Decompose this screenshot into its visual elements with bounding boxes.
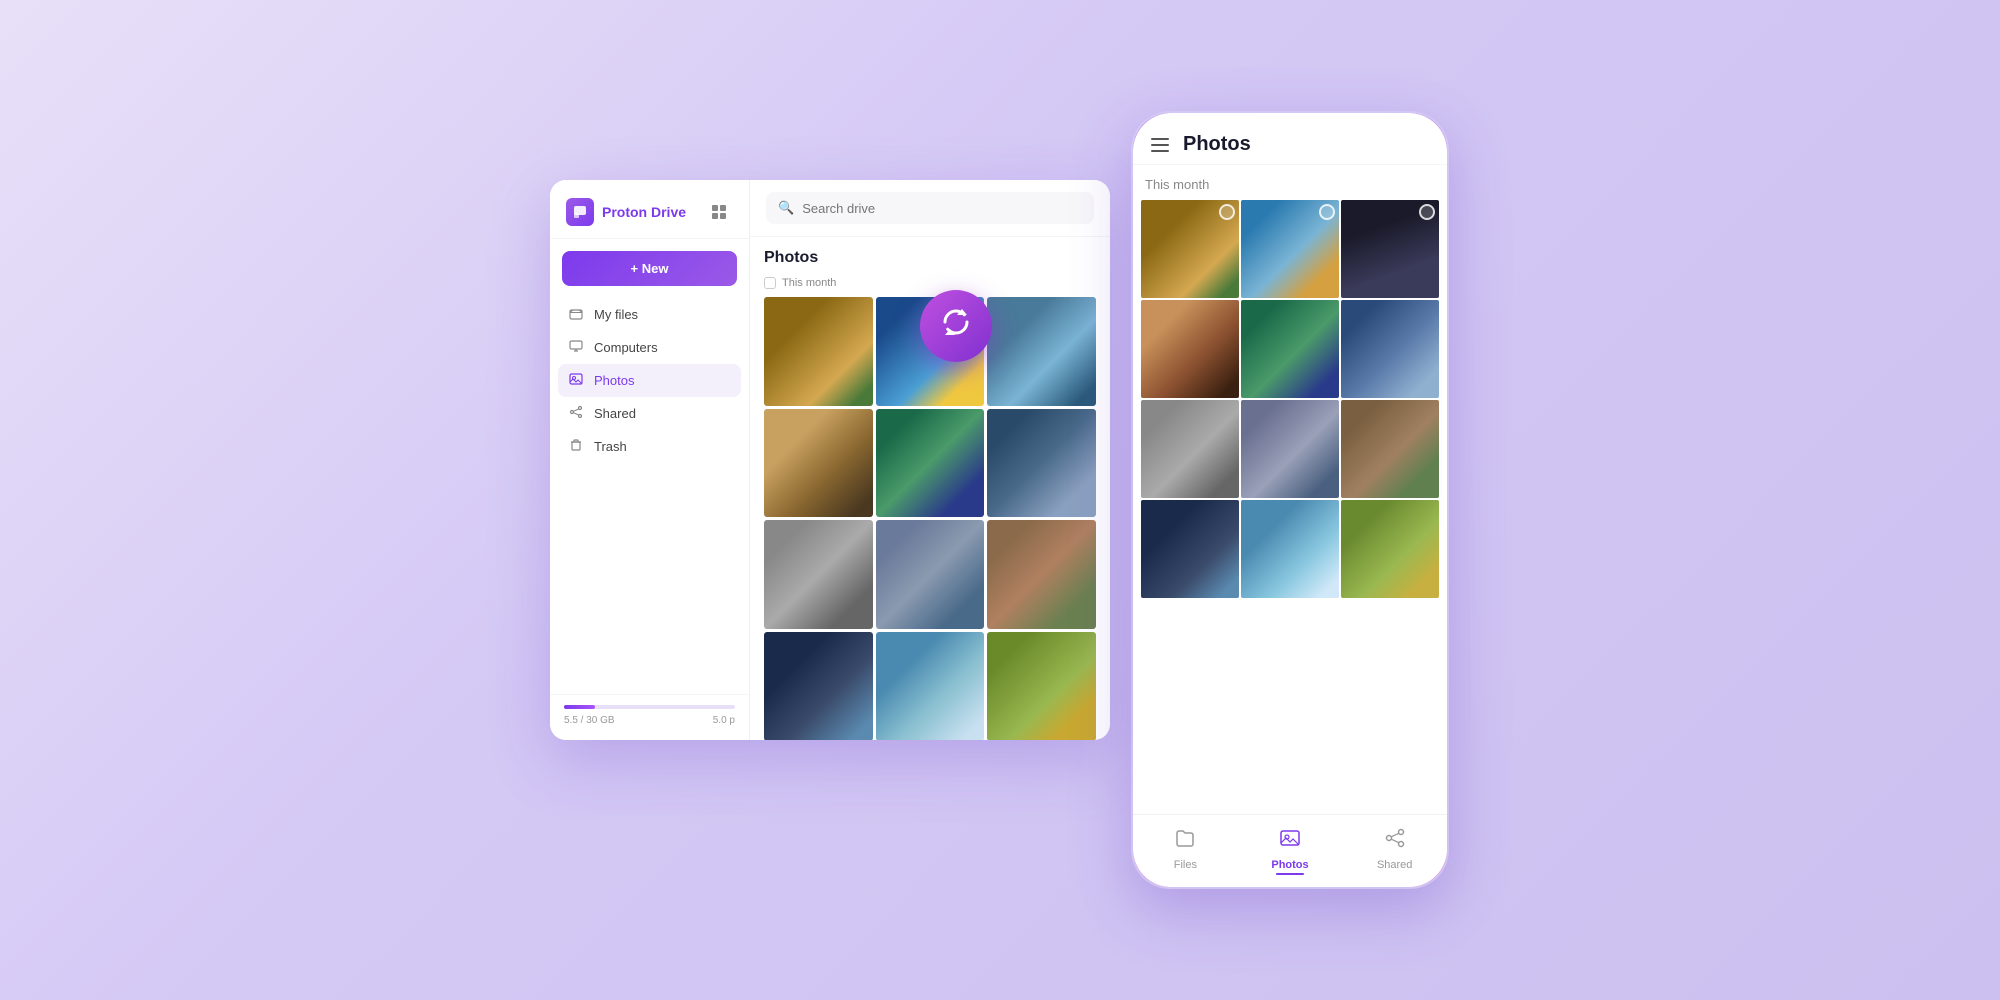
search-icon: 🔍	[778, 200, 794, 216]
phone-files-icon	[1174, 827, 1196, 855]
photo-cell-10[interactable]	[764, 632, 873, 740]
photo-select-2[interactable]	[1319, 204, 1335, 220]
storage-bar-background	[564, 705, 735, 709]
storage-right: 5.0 p	[713, 715, 735, 726]
trash-label: Trash	[594, 439, 627, 454]
photo-cell-12[interactable]	[987, 632, 1096, 740]
photo-cell-1[interactable]	[764, 297, 873, 406]
hamburger-menu[interactable]	[1151, 138, 1169, 152]
photo-cell-11[interactable]	[876, 632, 985, 740]
phone-photo-r4-3[interactable]	[1341, 500, 1439, 598]
phone-photo-r3-2[interactable]	[1241, 400, 1339, 498]
photo-cell-8[interactable]	[876, 520, 985, 629]
hamburger-line-2	[1151, 144, 1169, 146]
desktop-app-window: Proton Drive + New	[550, 180, 1110, 740]
proton-logo-icon	[566, 198, 594, 226]
photos-icon	[568, 372, 584, 389]
photo-select-1[interactable]	[1219, 204, 1235, 220]
photos-section-title: Photos	[764, 249, 1096, 267]
sidebar-item-trash[interactable]: Trash	[558, 430, 741, 463]
sidebar-item-my-files[interactable]: My files	[558, 298, 741, 331]
storage-bar-fill	[564, 705, 595, 709]
photo-cell-6[interactable]	[987, 409, 1096, 518]
phone-files-label: Files	[1174, 859, 1197, 871]
phone-page-title: Photos	[1183, 133, 1251, 156]
phone-photo-grid-row4	[1141, 500, 1439, 598]
phone-photo-r2-1[interactable]	[1141, 300, 1239, 398]
sync-icon	[937, 303, 975, 349]
phone-photo-r2-3[interactable]	[1341, 300, 1439, 398]
storage-area: 5.5 / 30 GB 5.0 p	[550, 694, 749, 740]
computers-icon	[568, 339, 584, 356]
phone-bottom-nav: Files Photos	[1133, 814, 1447, 887]
sidebar-item-photos[interactable]: Photos	[558, 364, 741, 397]
my-files-label: My files	[594, 307, 638, 322]
photo-cell-4[interactable]	[764, 409, 873, 518]
hamburger-line-3	[1151, 150, 1169, 152]
phone-photo-r4-1[interactable]	[1141, 500, 1239, 598]
phone-header: Photos	[1133, 113, 1447, 165]
phone-photo-r2-2[interactable]	[1241, 300, 1339, 398]
nav-items: My files Computers	[550, 294, 749, 694]
photos-label: Photos	[594, 373, 634, 388]
phone-content: Photos This month	[1133, 113, 1447, 887]
storage-text: 5.5 / 30 GB 5.0 p	[564, 715, 735, 726]
main-content: 🔍 Photos This month	[750, 180, 1110, 740]
sidebar-item-computers[interactable]: Computers	[558, 331, 741, 364]
phone-photo-top-1[interactable]	[1141, 200, 1239, 298]
sidebar-item-shared[interactable]: Shared	[558, 397, 741, 430]
photo-cell-3[interactable]	[987, 297, 1096, 406]
sync-button[interactable]	[920, 290, 992, 362]
grid-dots-icon	[712, 205, 726, 219]
phone-nav-shared[interactable]: Shared	[1342, 823, 1447, 875]
phone-photo-grid-row2	[1141, 300, 1439, 398]
this-month-label: This month	[764, 277, 1096, 289]
photo-cell-7[interactable]	[764, 520, 873, 629]
phone-nav-photos[interactable]: Photos	[1238, 823, 1343, 875]
sidebar: Proton Drive + New	[550, 180, 750, 740]
phone-photo-r3-3[interactable]	[1341, 400, 1439, 498]
my-files-icon	[568, 306, 584, 323]
storage-used: 5.5 / 30 GB	[564, 715, 615, 726]
phone-photo-top-3[interactable]	[1341, 200, 1439, 298]
phone-photos-icon	[1279, 827, 1301, 855]
phone-photo-top-2[interactable]	[1241, 200, 1339, 298]
photo-cell-5[interactable]	[876, 409, 985, 518]
photo-select-3[interactable]	[1419, 204, 1435, 220]
mobile-phone-container: Photos This month	[1124, 110, 1450, 890]
sidebar-header: Proton Drive	[550, 180, 749, 239]
search-input[interactable]	[802, 201, 1082, 216]
phone-photo-grid-top	[1141, 200, 1439, 298]
phone-photo-r3-1[interactable]	[1141, 400, 1239, 498]
phone-shared-label: Shared	[1377, 859, 1412, 871]
month-checkbox[interactable]	[764, 277, 776, 289]
grid-icon-button[interactable]	[705, 198, 733, 226]
phone-photos-label: Photos	[1271, 859, 1308, 871]
phone-photo-r4-2[interactable]	[1241, 500, 1339, 598]
desktop-photo-grid	[764, 297, 1096, 740]
trash-icon	[568, 438, 584, 455]
app-title: Proton Drive	[602, 204, 686, 220]
hamburger-line-1	[1151, 138, 1169, 140]
computers-label: Computers	[594, 340, 658, 355]
phone-photo-grid-row3	[1141, 400, 1439, 498]
photo-cell-9[interactable]	[987, 520, 1096, 629]
shared-label: Shared	[594, 406, 636, 421]
shared-icon	[568, 405, 584, 422]
search-input-wrap[interactable]: 🔍	[766, 192, 1094, 224]
nav-active-indicator	[1276, 873, 1304, 875]
new-button[interactable]: + New	[562, 251, 737, 286]
phone-nav-files[interactable]: Files	[1133, 823, 1238, 875]
phone-scroll-area: This month	[1133, 165, 1447, 814]
mobile-phone: Photos This month	[1130, 110, 1450, 890]
phone-this-month-label: This month	[1141, 177, 1439, 192]
logo-area: Proton Drive	[566, 198, 686, 226]
search-bar: 🔍	[750, 180, 1110, 237]
phone-shared-icon	[1384, 827, 1406, 855]
